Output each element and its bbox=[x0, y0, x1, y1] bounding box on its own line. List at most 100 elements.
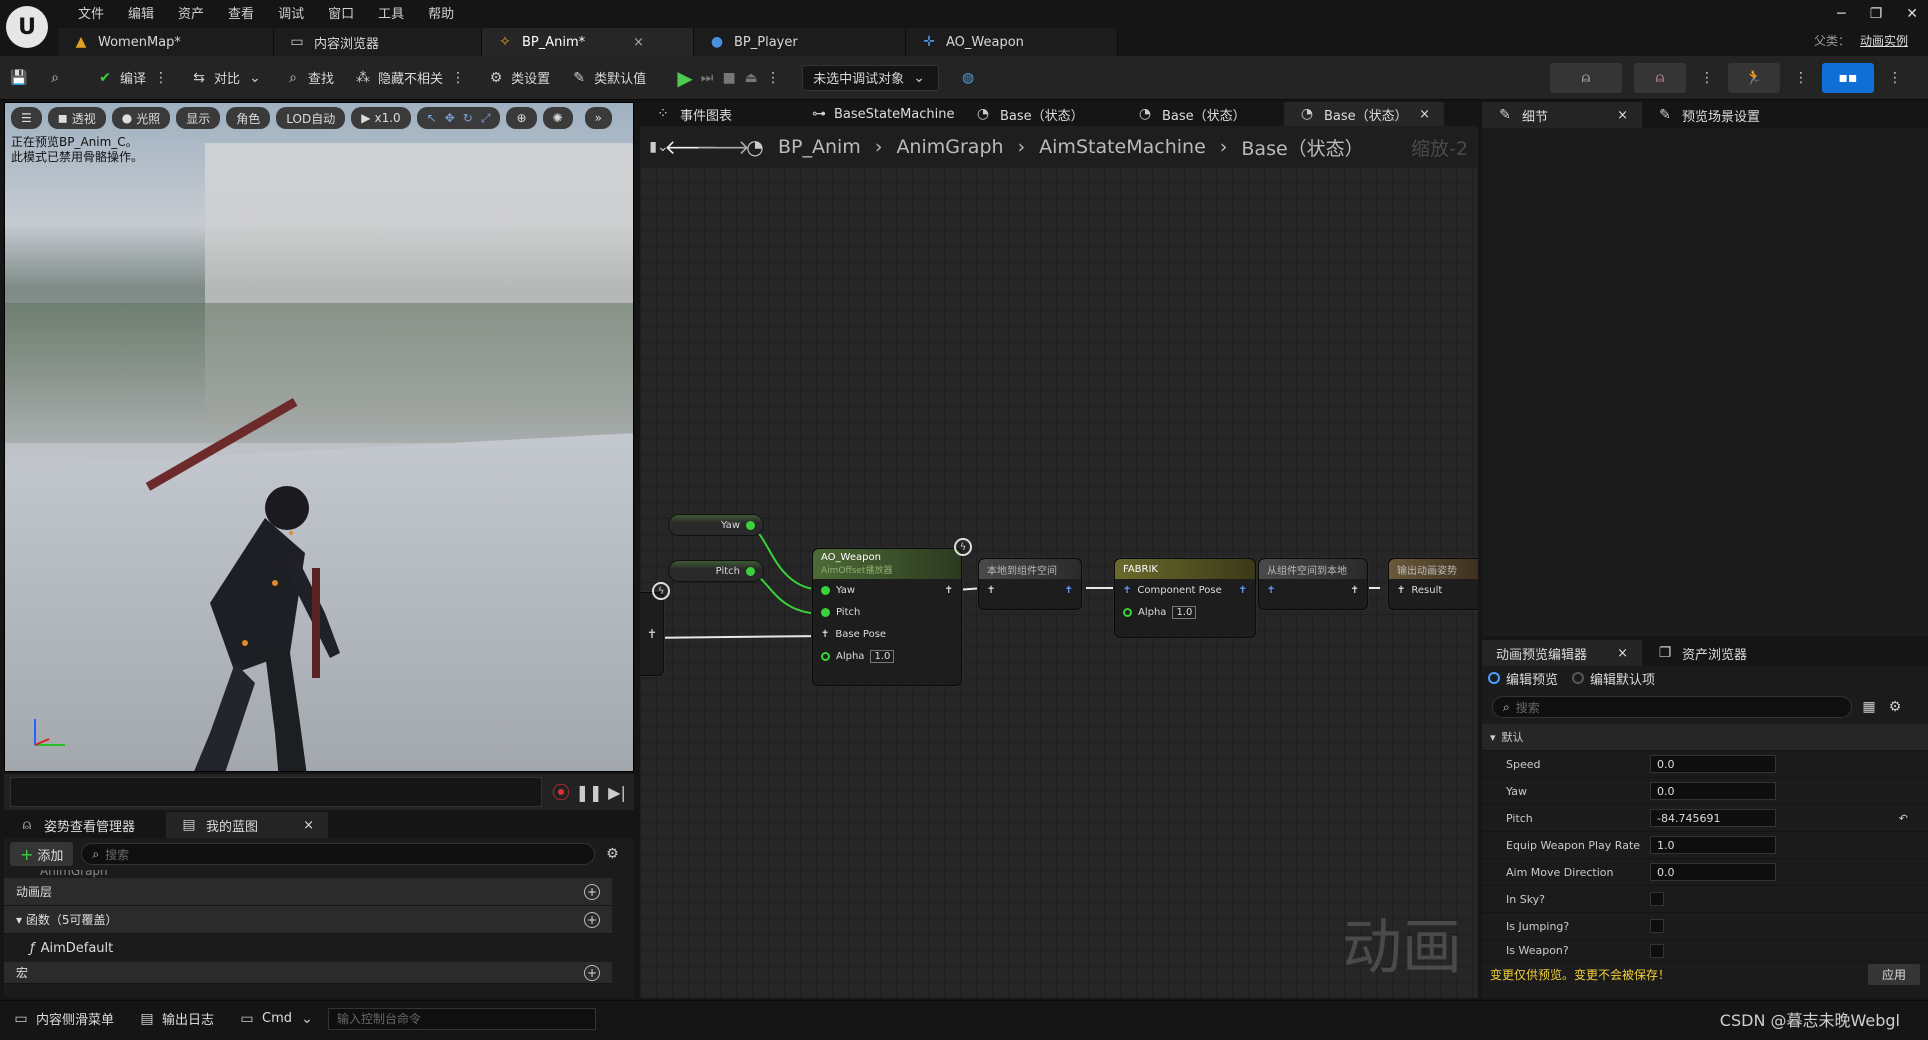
world-local-button[interactable]: ⊕ bbox=[506, 107, 537, 129]
anim-graph-editor[interactable]: ⁘ 事件图表 ⊶ BaseStateMachine ◔ Base（状态） ◔ Base（… bbox=[640, 102, 1478, 998]
ao-weapon-node[interactable]: AO_Weapon AimOffset播放器 Yaw ✝ Pitch ✝ Base … bbox=[812, 548, 962, 686]
table-view-icon[interactable]: ▦ bbox=[1860, 698, 1878, 716]
rotate-icon[interactable]: ↻ bbox=[463, 111, 473, 125]
add-button[interactable]: + 添加 bbox=[10, 842, 74, 866]
mesh-mode-button[interactable]: ⍝ bbox=[1634, 62, 1686, 93]
character-button[interactable]: 角色 bbox=[226, 107, 271, 129]
playback-speed-button[interactable]: ▶ x1.0 bbox=[351, 107, 411, 129]
select-icon[interactable]: ↖ bbox=[427, 111, 437, 125]
hide-unrelated-button[interactable]: ⁂ 隐藏不相关 ⋮ bbox=[346, 63, 475, 93]
fabrik-node[interactable]: FABRIK ✝ Component Pose ✝ Alpha 1.0 bbox=[1114, 558, 1256, 638]
more-icon[interactable]: ⋮ bbox=[1886, 69, 1904, 87]
tab-my-blueprint[interactable]: ▤ 我的蓝图 × bbox=[166, 812, 328, 838]
parent-class-link[interactable]: 动画实例 bbox=[1860, 32, 1908, 49]
animation-mode-button[interactable]: 🏃 bbox=[1728, 62, 1780, 93]
menu-debug[interactable]: 调试 bbox=[266, 3, 316, 22]
yaw-variable-node[interactable]: Yaw bbox=[668, 514, 764, 536]
stop-icon[interactable]: ■ bbox=[720, 69, 738, 87]
ao-alpha-value[interactable]: 1.0 bbox=[870, 649, 895, 663]
close-window-icon[interactable]: ✕ bbox=[1906, 6, 1918, 22]
pitch-variable-node[interactable]: Pitch bbox=[668, 560, 764, 582]
class-defaults-button[interactable]: ✎ 类默认值 bbox=[562, 63, 654, 93]
eject-icon[interactable]: ⏏ bbox=[742, 69, 760, 87]
component-to-local-node[interactable]: 从组件空间到本地 ✝ ✝ bbox=[1258, 558, 1368, 610]
add-macro-icon[interactable]: + bbox=[584, 964, 600, 981]
pose-pin-icon[interactable]: ✝ bbox=[821, 629, 829, 640]
restore-icon[interactable]: ❐ bbox=[1870, 6, 1883, 22]
close-icon[interactable]: × bbox=[1617, 646, 1628, 661]
step-icon[interactable]: ⏭ bbox=[698, 69, 716, 87]
tab-bp-player[interactable]: ● BP_Player bbox=[694, 28, 906, 56]
reset-to-default-icon[interactable]: ↶ bbox=[1899, 812, 1908, 825]
is-jumping-checkbox[interactable] bbox=[1650, 919, 1664, 933]
tab-womenmap[interactable]: ▲ WomenMap* bbox=[58, 28, 274, 56]
tab-anim-preview-editor[interactable]: 动画预览编辑器 × bbox=[1482, 640, 1642, 666]
skeleton-mode-button[interactable]: ⍝ bbox=[1550, 62, 1622, 93]
browse-icon[interactable]: ⌕ bbox=[46, 69, 64, 87]
menu-asset[interactable]: 资产 bbox=[166, 3, 216, 22]
tab-ao-weapon[interactable]: ✛ AO_Weapon bbox=[906, 28, 1118, 56]
diff-button[interactable]: ⇆ 对比 ⌄ bbox=[182, 63, 272, 93]
yaw-output-pin[interactable] bbox=[746, 520, 755, 530]
pose-output-icon[interactable]: ✝ bbox=[1065, 585, 1073, 596]
pose-pin-icon[interactable]: ✝ bbox=[1123, 585, 1131, 596]
preview-search[interactable]: ⌕ 搜索 bbox=[1492, 696, 1852, 718]
play-icon[interactable]: ▶ bbox=[676, 66, 694, 90]
timeline-track[interactable] bbox=[10, 777, 542, 807]
ao-base-pose-pin[interactable]: ✝ Base Pose bbox=[813, 623, 961, 645]
pose-pin-icon[interactable]: ✝ bbox=[1397, 585, 1405, 596]
tab-details[interactable]: ✎ 细节 × bbox=[1482, 102, 1642, 128]
fabrik-component-pose-pin[interactable]: ✝ Component Pose ✝ bbox=[1115, 579, 1255, 601]
cmd-dropdown[interactable]: ▭ Cmd ⌄ bbox=[226, 1001, 328, 1037]
unreal-logo[interactable]: U bbox=[6, 6, 48, 48]
section-macros[interactable]: 宏 + bbox=[4, 962, 612, 984]
record-icon[interactable]: ⦿ bbox=[552, 783, 570, 804]
pause-icon[interactable]: ❚❚ bbox=[576, 783, 603, 802]
menu-file[interactable]: 文件 bbox=[66, 3, 116, 22]
snap-button[interactable]: ✺ bbox=[542, 107, 573, 129]
tab-content-browser[interactable]: ▭ 内容浏览器 bbox=[274, 28, 482, 56]
find-button[interactable]: ⌕ 查找 bbox=[276, 63, 342, 93]
input-pin-icon[interactable] bbox=[1123, 607, 1132, 617]
ao-alpha-pin[interactable]: Alpha 1.0 bbox=[813, 645, 961, 667]
is-weapon-checkbox[interactable] bbox=[1650, 943, 1664, 958]
gear-icon[interactable]: ⚙ bbox=[603, 845, 621, 863]
scale-icon[interactable]: ⤢ bbox=[481, 111, 491, 126]
globe-icon[interactable]: ◍ bbox=[959, 69, 977, 87]
gear-icon[interactable]: ⚙ bbox=[1886, 698, 1904, 716]
section-functions[interactable]: ▾ 函数（5可覆盖） + bbox=[4, 906, 612, 934]
compile-button[interactable]: ✔ 编译 ⋮ bbox=[88, 63, 178, 93]
add-layer-icon[interactable]: + bbox=[584, 883, 600, 900]
output-result-pin[interactable]: ✝ Result bbox=[1389, 579, 1478, 601]
speed-field[interactable]: 0.0 bbox=[1650, 755, 1776, 773]
expand-toolbar-button[interactable]: » bbox=[584, 107, 612, 129]
yaw-field[interactable]: 0.0 bbox=[1650, 782, 1776, 800]
perspective-button[interactable]: ◼ 透视 bbox=[47, 107, 106, 129]
save-icon[interactable]: 💾 bbox=[10, 69, 28, 87]
more-icon[interactable]: ⋮ bbox=[764, 69, 782, 87]
section-anim-layers[interactable]: 动画层 + bbox=[4, 878, 612, 906]
blueprint-mode-button[interactable]: ▪▪ bbox=[1822, 62, 1874, 93]
pose-output-icon[interactable]: ✝ bbox=[945, 585, 953, 596]
debug-target-dropdown[interactable]: 未选中调试对象 ⌄ bbox=[802, 64, 940, 91]
more-icon[interactable]: ⋮ bbox=[152, 69, 170, 87]
edit-defaults-radio[interactable] bbox=[1572, 672, 1585, 684]
translate-icon[interactable]: ✥ bbox=[445, 111, 455, 125]
transform-tools[interactable]: ↖ ✥ ↻ ⤢ bbox=[416, 107, 501, 129]
local-to-component-node[interactable]: 本地到组件空间 ✝ ✝ bbox=[978, 558, 1082, 610]
menu-help[interactable]: 帮助 bbox=[416, 3, 466, 22]
menu-view[interactable]: 查看 bbox=[216, 3, 266, 22]
close-icon[interactable]: × bbox=[303, 818, 314, 833]
add-function-icon[interactable]: + bbox=[584, 911, 600, 928]
pose-pin-icon[interactable]: ✝ bbox=[1267, 585, 1275, 596]
viewport-options-button[interactable]: ☰ bbox=[11, 107, 42, 129]
lighting-button[interactable]: ● 光照 bbox=[111, 107, 171, 129]
menu-tools[interactable]: 工具 bbox=[366, 3, 416, 22]
my-blueprint-search[interactable]: ⌕ 搜索 bbox=[81, 843, 596, 865]
equip-weapon-play-rate-field[interactable]: 1.0 bbox=[1650, 836, 1776, 854]
step-forward-icon[interactable]: ▶| bbox=[608, 783, 626, 802]
output-log-button[interactable]: ▤ 输出日志 bbox=[126, 1001, 226, 1037]
close-icon[interactable]: × bbox=[633, 35, 644, 50]
input-pin-icon[interactable] bbox=[821, 651, 830, 661]
pitch-output-pin[interactable] bbox=[746, 566, 755, 576]
